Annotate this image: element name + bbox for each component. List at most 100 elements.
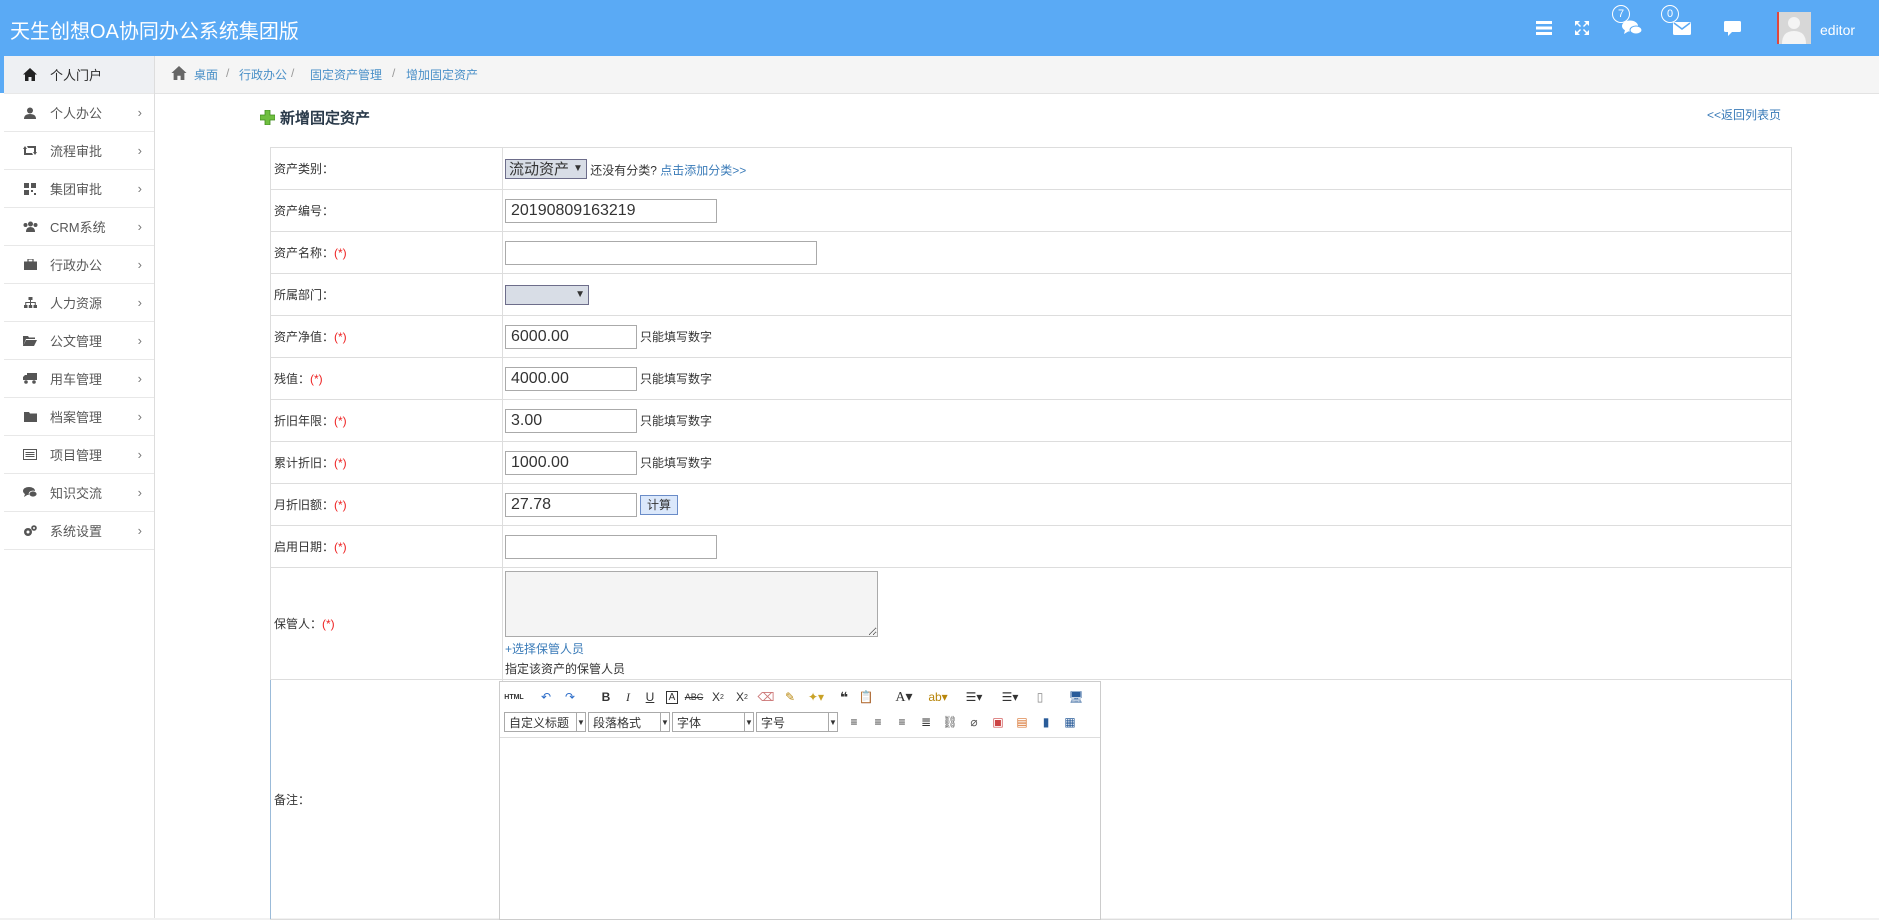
form-row-code: 资产编号： <box>270 189 1792 232</box>
sidebar-item-archives[interactable]: 档案管理 › <box>4 398 154 436</box>
start-date-input[interactable] <box>505 534 717 559</box>
breadcrumb-fixed-assets[interactable]: 固定资产管理 <box>310 66 382 83</box>
select-keeper-link[interactable]: +选择保管人员 <box>505 640 1791 657</box>
cogs-icon <box>20 524 40 537</box>
sidebar-item-label: 用车管理 <box>50 372 103 387</box>
chat-count-badge: 7 <box>1612 5 1630 23</box>
breadcrumb-separator: / <box>226 66 230 80</box>
sidebar-item-projects[interactable]: 项目管理 › <box>4 436 154 474</box>
sidebar: 个人门户 个人办公 › 流程审批 › 集团审批 › CRM系统 › 行政办公 ›… <box>0 56 155 918</box>
font-border-icon[interactable]: A <box>662 687 682 707</box>
eraser-icon[interactable]: ⌫ <box>756 687 776 707</box>
keeper-textarea[interactable] <box>505 571 878 637</box>
monthly-depreciation-input[interactable] <box>505 492 637 517</box>
magic-wand-icon[interactable]: ✦▾ <box>806 687 826 707</box>
dropdown-arrow-icon: ▼ <box>573 163 583 174</box>
align-left-icon[interactable]: ≡ <box>844 712 864 732</box>
image-icon[interactable]: ▣ <box>988 712 1008 732</box>
form-row-residual: 残值：(*) 只能填写数字 <box>270 357 1792 400</box>
folder-icon <box>20 411 40 422</box>
paste-plain-icon[interactable]: 📋 <box>856 687 876 707</box>
highlight-color-icon[interactable]: ab▾ <box>924 687 952 707</box>
sidebar-item-label: 公文管理 <box>50 334 103 349</box>
font-color-icon[interactable]: A▾ <box>890 687 918 707</box>
breadcrumb-desktop[interactable]: 桌面 <box>194 66 218 83</box>
sidebar-item-documents[interactable]: 公文管理 › <box>4 322 154 360</box>
residual-value-input[interactable] <box>505 366 637 391</box>
link-icon[interactable]: ⛓ <box>940 712 960 732</box>
preview-icon[interactable]: 🖥 <box>1066 687 1086 707</box>
underline-icon[interactable]: U <box>640 687 660 707</box>
unordered-list-icon[interactable]: ☰▾ <box>996 687 1024 707</box>
category-select[interactable]: 流动资产 ▼ <box>505 158 587 179</box>
form-label: 残值：(*) <box>270 357 503 400</box>
unlink-icon[interactable]: ⌀ <box>964 712 984 732</box>
table-icon[interactable]: ▦ <box>1060 712 1080 732</box>
insert-media-icon[interactable]: ▤ <box>1012 712 1032 732</box>
username[interactable]: editor <box>1820 22 1855 38</box>
breadcrumb-add-asset[interactable]: 增加固定资产 <box>406 66 478 83</box>
sidebar-item-admin-office[interactable]: 行政办公 › <box>4 246 154 284</box>
mail-count-badge: 0 <box>1661 5 1679 23</box>
custom-heading-dropdown[interactable]: 自定义标题 ▼ <box>504 712 586 732</box>
sidebar-item-knowledge[interactable]: 知识交流 › <box>4 474 154 512</box>
dropdown-arrow-icon: ▼ <box>575 289 585 300</box>
group-icon <box>20 221 40 232</box>
breadcrumb-admin-office[interactable]: 行政办公 <box>239 66 287 83</box>
breadcrumb-separator: / <box>392 66 396 80</box>
align-right-icon[interactable]: ≡ <box>892 712 912 732</box>
sidebar-item-portal[interactable]: 个人门户 <box>0 56 154 94</box>
form-label: 折旧年限：(*) <box>270 399 503 442</box>
sidebar-item-workflow[interactable]: 流程审批 › <box>4 132 154 170</box>
list-alt-icon <box>20 449 40 460</box>
new-page-icon[interactable]: ▯ <box>1030 687 1050 707</box>
italic-icon[interactable]: I <box>618 687 638 707</box>
font-size-dropdown[interactable]: 字号 ▼ <box>756 712 838 732</box>
blockquote-icon[interactable]: ❝ <box>834 687 854 707</box>
department-select[interactable]: ▼ <box>505 284 589 305</box>
net-value-input[interactable] <box>505 324 637 349</box>
sidebar-item-settings[interactable]: 系统设置 › <box>4 512 154 550</box>
editor-content-area[interactable] <box>500 738 1100 918</box>
redo-icon[interactable]: ↷ <box>560 687 580 707</box>
align-center-icon[interactable]: ≡ <box>868 712 888 732</box>
strikethrough-icon[interactable]: ABC <box>684 687 704 707</box>
comment-icon[interactable] <box>1720 16 1744 40</box>
sidebar-item-label: 知识交流 <box>50 486 103 501</box>
user-avatar[interactable] <box>1777 12 1811 44</box>
depreciation-years-input[interactable] <box>505 408 637 433</box>
ordered-list-icon[interactable]: ☰▾ <box>960 687 988 707</box>
asset-name-input[interactable] <box>505 240 817 265</box>
asset-code-input[interactable] <box>505 198 717 223</box>
accumulated-depreciation-input[interactable] <box>505 450 637 475</box>
superscript-icon[interactable]: X2 <box>708 687 728 707</box>
bold-icon[interactable]: B <box>596 687 616 707</box>
video-icon[interactable]: ▮ <box>1036 712 1056 732</box>
form-value-cell <box>502 189 1792 232</box>
briefcase-icon <box>20 259 40 270</box>
undo-icon[interactable]: ↶ <box>536 687 556 707</box>
truck-icon <box>20 373 40 384</box>
sidebar-item-label: 档案管理 <box>50 410 103 425</box>
sidebar-item-vehicles[interactable]: 用车管理 › <box>4 360 154 398</box>
user-icon <box>20 107 40 119</box>
fullscreen-icon[interactable] <box>1570 16 1594 40</box>
subscript-icon[interactable]: X2 <box>732 687 752 707</box>
sidebar-item-crm[interactable]: CRM系统 › <box>4 208 154 246</box>
font-family-dropdown[interactable]: 字体 ▼ <box>672 712 754 732</box>
home-icon[interactable] <box>171 66 187 83</box>
align-justify-icon[interactable]: ≣ <box>916 712 936 732</box>
paragraph-format-dropdown[interactable]: 段落格式 ▼ <box>588 712 670 732</box>
form-label: 资产净值：(*) <box>270 315 503 358</box>
form-value-cell <box>502 231 1792 274</box>
sidebar-item-group-approval[interactable]: 集团审批 › <box>4 170 154 208</box>
format-brush-icon[interactable]: ✎ <box>780 687 800 707</box>
html-source-icon[interactable]: HTML <box>504 687 524 707</box>
sidebar-item-personal-office[interactable]: 个人办公 › <box>4 94 154 132</box>
sidebar-item-hr[interactable]: 人力资源 › <box>4 284 154 322</box>
menu-toggle-icon[interactable] <box>1532 16 1556 40</box>
breadcrumb: 桌面 / 行政办公 / 固定资产管理 / 增加固定资产 <box>155 56 1879 94</box>
add-category-link[interactable]: 点击添加分类>> <box>660 163 746 177</box>
back-to-list-link[interactable]: <<返回列表页 <box>1707 106 1781 123</box>
calculate-button[interactable]: 计算 <box>640 494 679 515</box>
